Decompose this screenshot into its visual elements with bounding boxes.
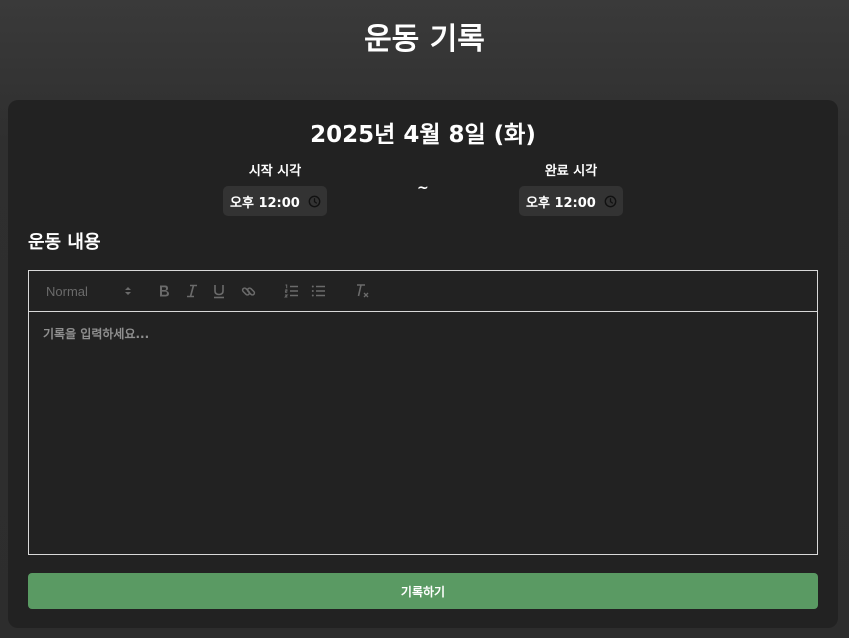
end-time-group: 완료 시각 오후 12:00	[519, 162, 623, 216]
submit-record-button[interactable]: 기록하기	[28, 573, 818, 609]
start-time-input[interactable]: 오후 12:00	[223, 186, 327, 216]
date-title: 2025년 4월 8일 (화)	[310, 122, 536, 148]
end-time-label: 완료 시각	[544, 164, 598, 179]
select-arrows-icon	[124, 285, 132, 297]
end-time-input[interactable]: 오후 12:00	[519, 186, 623, 216]
bullet-list-icon[interactable]	[311, 271, 326, 311]
editor-placeholder[interactable]: 기록을 입력하세요...	[43, 325, 149, 342]
clock-icon[interactable]	[604, 195, 617, 208]
editor-toolbar: Normal	[29, 271, 817, 312]
start-time-group: 시작 시각 오후 12:00	[223, 162, 327, 216]
bold-icon[interactable]	[157, 271, 171, 311]
link-icon[interactable]	[241, 271, 256, 311]
rich-text-editor: Normal 기록을 입력하세요...	[28, 270, 818, 555]
page-title: 운동 기록	[364, 22, 485, 57]
clear-format-icon[interactable]	[354, 271, 370, 311]
end-time-value: 오후 12:00	[526, 195, 596, 211]
content-section-title: 운동 내용	[28, 232, 101, 253]
format-select-value: Normal	[46, 283, 88, 299]
format-select[interactable]: Normal	[46, 271, 132, 311]
start-time-value: 오후 12:00	[230, 195, 300, 211]
record-card: 2025년 4월 8일 (화) 시작 시각 오후 12:00 ~ 완료 시각 오…	[8, 100, 838, 628]
underline-icon[interactable]	[212, 271, 226, 311]
time-separator: ~	[417, 180, 429, 196]
ordered-list-icon[interactable]	[284, 271, 299, 311]
clock-icon[interactable]	[308, 195, 321, 208]
italic-icon[interactable]	[185, 271, 199, 311]
start-time-label: 시작 시각	[248, 164, 302, 179]
